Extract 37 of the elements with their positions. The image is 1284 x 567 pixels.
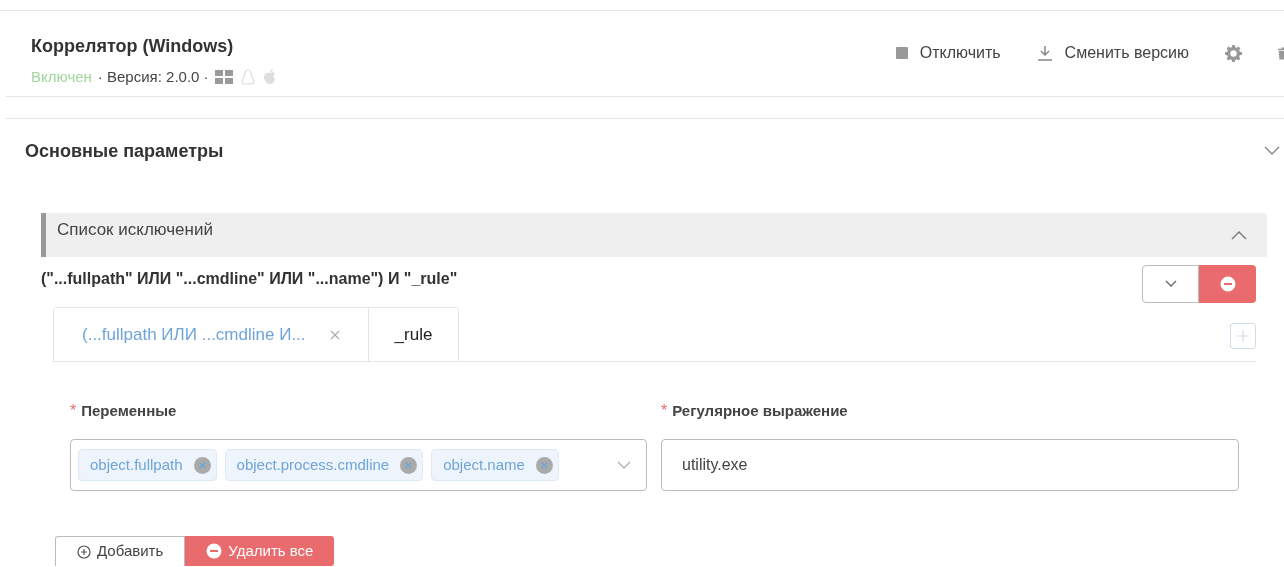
regex-input[interactable]: utility.exe: [661, 439, 1239, 491]
panel-title: Список исключений: [57, 219, 213, 242]
plus-circle-icon: [77, 544, 91, 559]
minus-circle-icon: [206, 543, 223, 559]
plus-icon: [1237, 330, 1249, 342]
chevron-down-icon[interactable]: [1264, 146, 1280, 156]
remove-button[interactable]: [1199, 265, 1256, 303]
close-icon[interactable]: [329, 329, 340, 340]
variable-tag: object.fullpath: [78, 449, 217, 481]
plugin-title: Коррелятор (Windows): [31, 35, 235, 58]
dropdown-button[interactable]: [1142, 265, 1199, 303]
variable-tag: object.process.cmdline: [224, 449, 424, 481]
stop-icon: [895, 47, 908, 59]
variable-tag: object.name: [431, 449, 559, 481]
required-mark: *: [70, 401, 77, 421]
remove-tag-icon[interactable]: [193, 456, 211, 474]
chevron-icon[interactable]: [1231, 230, 1247, 240]
add-tab-button[interactable]: [1230, 323, 1256, 349]
add-button[interactable]: Добавить: [55, 536, 186, 566]
required-mark: *: [661, 401, 668, 421]
settings-icon[interactable]: [1225, 44, 1242, 62]
field-label: Переменные: [81, 400, 177, 421]
chevron-down-icon: [1164, 280, 1177, 288]
section-title: Основные параметры: [25, 139, 224, 163]
download-icon: [1036, 45, 1053, 61]
change-version-button[interactable]: Сменить версию: [1036, 41, 1189, 65]
remove-tag-icon[interactable]: [535, 456, 553, 474]
field-label: Регулярное выражение: [672, 400, 848, 421]
minus-circle-icon: [1219, 276, 1236, 292]
expression-text: ("...fullpath" ИЛИ "...cmdline" ИЛИ "...name") И "_rule": [41, 269, 458, 289]
chevron-down-icon[interactable]: [617, 461, 631, 469]
disable-button[interactable]: Отключить: [895, 41, 1001, 65]
tab[interactable]: _rule: [367, 308, 459, 361]
version-text: · Версия: 2.0.0 ·: [97, 67, 209, 87]
status-text: Включен: [31, 67, 92, 87]
panel-header[interactable]: Список исключений: [41, 213, 1267, 257]
remove-tag-icon[interactable]: [400, 456, 418, 474]
